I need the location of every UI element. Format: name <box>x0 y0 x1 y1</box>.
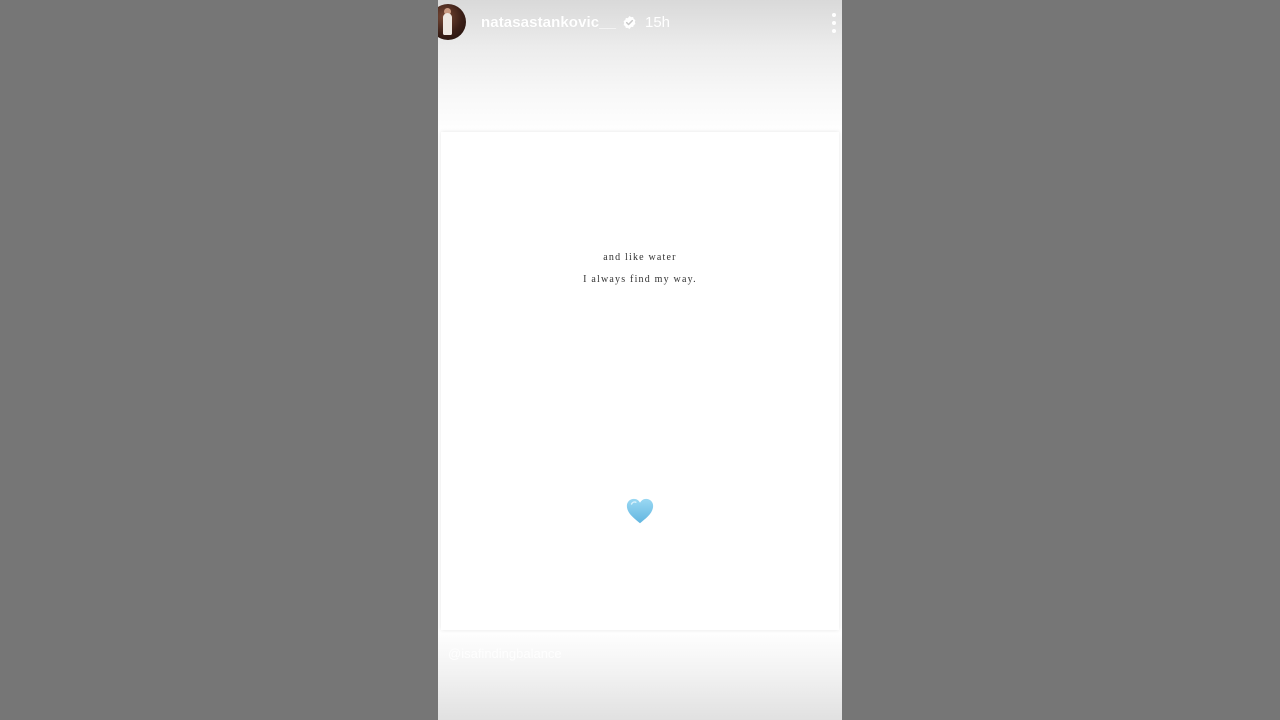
more-dot <box>832 21 836 25</box>
quote-line-2: I always find my way. <box>583 274 697 285</box>
verified-badge-icon <box>623 15 636 30</box>
timestamp: 15h <box>645 14 671 31</box>
more-options-icon[interactable] <box>830 12 838 34</box>
username[interactable]: natasastankovic__ <box>481 14 616 31</box>
quote-card: and like water I always find my way. <box>441 132 839 630</box>
avatar[interactable] <box>438 4 466 40</box>
page: natasastankovic__ 15h and like water I a… <box>0 0 1280 720</box>
more-dot <box>832 13 836 17</box>
heart-emoji-icon <box>626 498 654 524</box>
attribution-mention[interactable]: @isafindingbalance <box>448 646 562 661</box>
story-bottom-gradient <box>438 630 842 720</box>
avatar-photo-figure <box>443 13 452 35</box>
more-dot <box>832 29 836 33</box>
story-viewer[interactable]: natasastankovic__ 15h and like water I a… <box>438 0 842 720</box>
quote-line-1: and like water <box>603 252 677 263</box>
story-header: natasastankovic__ 15h <box>438 0 842 46</box>
